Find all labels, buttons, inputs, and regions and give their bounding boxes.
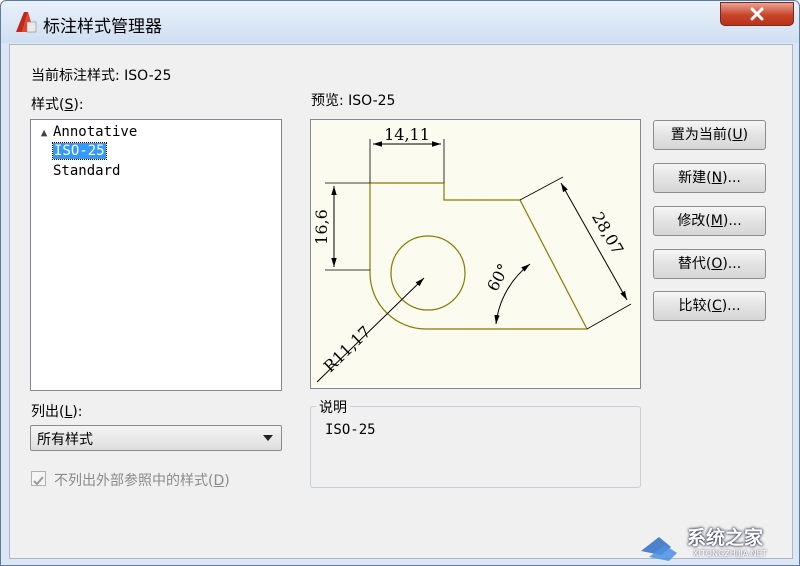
dim-radius-text: R11,17	[320, 322, 375, 376]
dim-left-text: 16,6	[312, 209, 331, 245]
modify-button[interactable]: 修改(M)...	[653, 206, 766, 236]
description-title: 说明	[316, 397, 350, 417]
description-group	[310, 406, 641, 488]
autocad-app-icon	[16, 12, 37, 33]
set-current-button[interactable]: 置为当前(U)	[653, 120, 766, 150]
watermark-text: 系统之家	[687, 527, 764, 549]
exclude-xref-label: 不列出外部参照中的样式(D)	[54, 473, 230, 489]
styles-listbox[interactable]: ▲ Annotative ISO-25 Standard	[30, 119, 282, 391]
description-value: ISO-25	[325, 422, 376, 438]
annotative-triangle-icon: ▲	[40, 126, 48, 139]
styles-list-label: 样式(S):	[31, 97, 84, 113]
list-item[interactable]: ▲ Annotative	[35, 123, 138, 142]
exclude-xref-checkbox[interactable]	[31, 471, 46, 486]
list-item[interactable]: Standard	[53, 162, 120, 181]
list-item-selected[interactable]: ISO-25	[52, 142, 107, 161]
title-bar[interactable]: 标注样式管理器	[1, 1, 799, 43]
list-filter-dropdown[interactable]: 所有样式	[30, 425, 282, 451]
close-button[interactable]	[720, 2, 794, 26]
preview-label: 预览: ISO-25	[311, 93, 396, 109]
chevron-down-icon	[263, 435, 273, 441]
dim-top-text: 14,11	[384, 125, 430, 144]
dim-angle-text: 60°	[483, 260, 513, 294]
dialog-window: 标注样式管理器 当前标注样式: ISO-25 样式(S): 预览: ISO-25…	[0, 0, 800, 566]
checkmark-icon	[33, 476, 44, 486]
preview-pane: 14,11 16,6 28,07 60° R11,17	[310, 119, 641, 389]
dimension-preview-drawing: 14,11 16,6 28,07 60° R11,17	[312, 125, 632, 383]
new-button[interactable]: 新建(N)...	[653, 163, 766, 193]
close-icon	[750, 7, 764, 21]
current-style-label: 当前标注样式: ISO-25	[31, 68, 172, 84]
list-filter-value: 所有样式	[37, 432, 93, 448]
compare-button[interactable]: 比较(C)...	[653, 291, 766, 321]
watermark-subtext: XITONGZHIJIA.NET	[693, 549, 767, 558]
override-button[interactable]: 替代(O)...	[653, 249, 766, 279]
list-filter-label: 列出(L):	[31, 404, 83, 420]
window-title: 标注样式管理器	[43, 17, 162, 37]
dim-diagonal-text: 28,07	[588, 209, 627, 258]
